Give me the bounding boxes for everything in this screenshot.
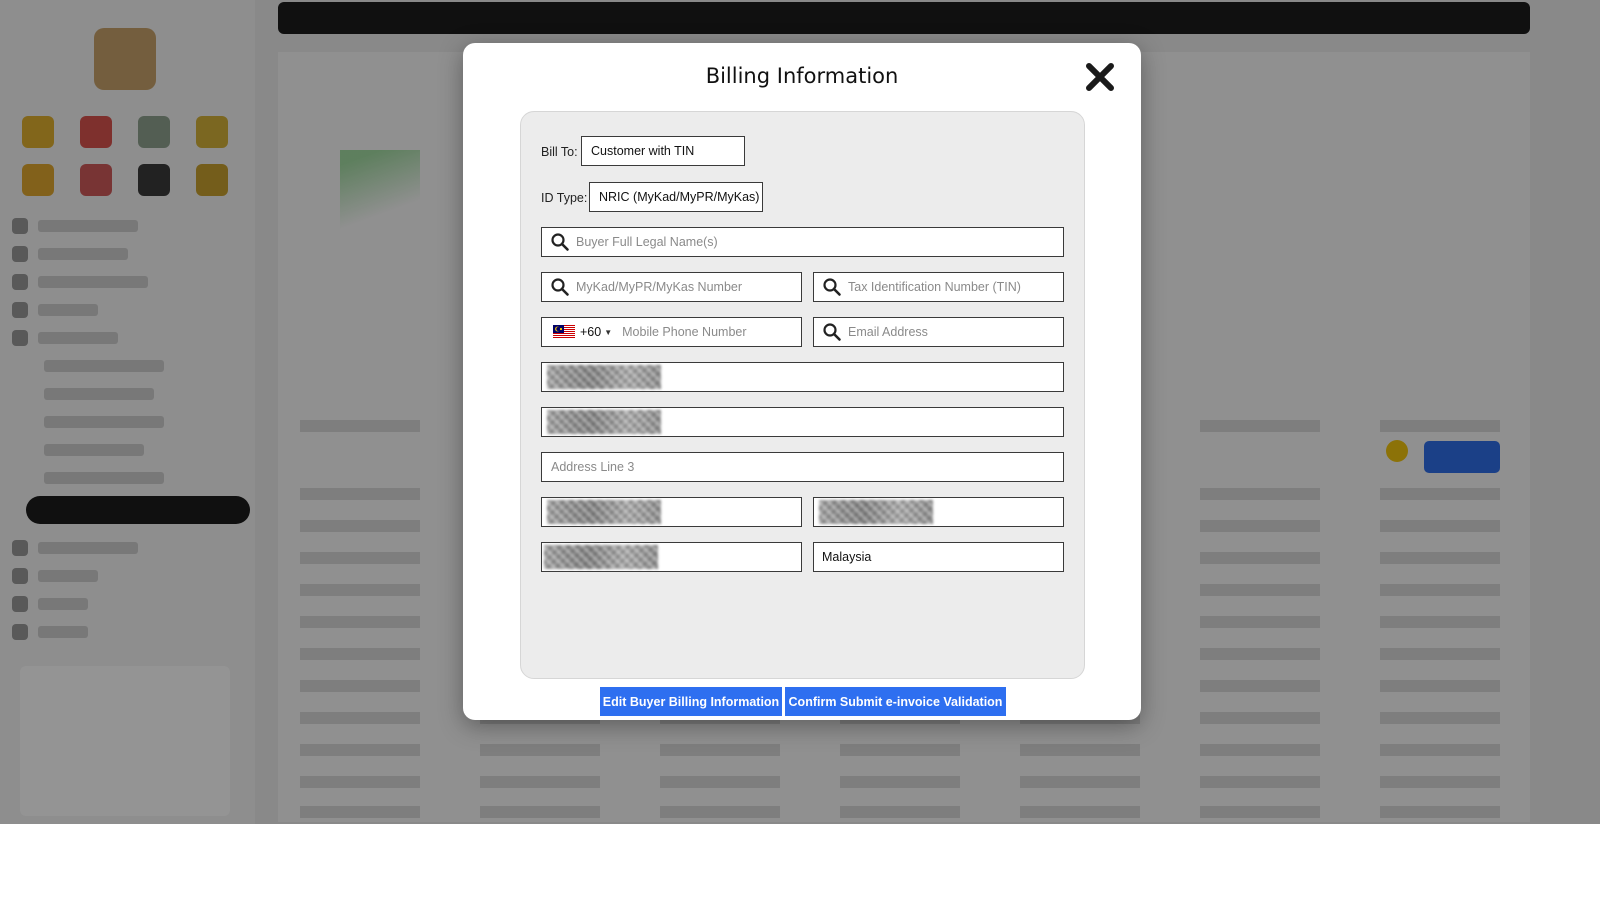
bill-to-select[interactable]: Customer with TIN [581, 136, 745, 166]
redacted-value [819, 500, 933, 524]
id-number-field[interactable] [541, 272, 802, 302]
edit-buyer-billing-button[interactable]: Edit Buyer Billing Information [600, 687, 782, 716]
redacted-value [547, 500, 661, 524]
email-field[interactable] [813, 317, 1064, 347]
phone-input[interactable] [622, 318, 801, 346]
redacted-value [544, 545, 658, 569]
country-field[interactable]: Malaysia [813, 542, 1064, 572]
bill-to-label: Bill To: [541, 145, 578, 159]
phone-field[interactable]: +60 ▼ [541, 317, 802, 347]
address-line-2-field[interactable] [541, 407, 1064, 437]
dialog-title: Billing Information [705, 64, 899, 88]
address-line-3-field[interactable] [541, 452, 1064, 482]
dial-code[interactable]: +60 [580, 325, 601, 339]
redacted-value [547, 410, 661, 434]
id-type-label: ID Type: [541, 191, 588, 205]
search-icon [551, 233, 569, 251]
confirm-submit-einvoice-button[interactable]: Confirm Submit e-invoice Validation [785, 687, 1006, 716]
search-icon [823, 278, 841, 296]
search-icon [551, 278, 569, 296]
chevron-down-icon[interactable]: ▼ [604, 328, 612, 337]
close-icon[interactable] [1083, 60, 1117, 94]
email-input[interactable] [848, 318, 1063, 346]
city-field[interactable] [813, 497, 1064, 527]
id-type-select[interactable]: NRIC (MyKad/MyPR/MyKas) [589, 182, 763, 212]
id-number-input[interactable] [576, 273, 801, 301]
redacted-value [547, 365, 661, 389]
buyer-name-field[interactable] [541, 227, 1064, 257]
address-line-1-field[interactable] [541, 362, 1064, 392]
tin-field[interactable] [813, 272, 1064, 302]
buyer-name-input[interactable] [576, 228, 1063, 256]
search-icon [823, 323, 841, 341]
id-type-value: NRIC (MyKad/MyPR/MyKas) [599, 190, 760, 204]
address-line-3-input[interactable] [542, 453, 1063, 481]
state-field[interactable] [541, 542, 802, 572]
billing-information-dialog: Billing Information Bill To: Customer wi… [463, 43, 1141, 720]
country-value: Malaysia [822, 550, 872, 564]
malaysia-flag-icon[interactable] [553, 325, 575, 339]
tin-input[interactable] [848, 273, 1063, 301]
postcode-field[interactable] [541, 497, 802, 527]
billing-form: Bill To: Customer with TIN ID Type: NRIC… [520, 111, 1085, 716]
bill-to-value: Customer with TIN [591, 144, 695, 158]
